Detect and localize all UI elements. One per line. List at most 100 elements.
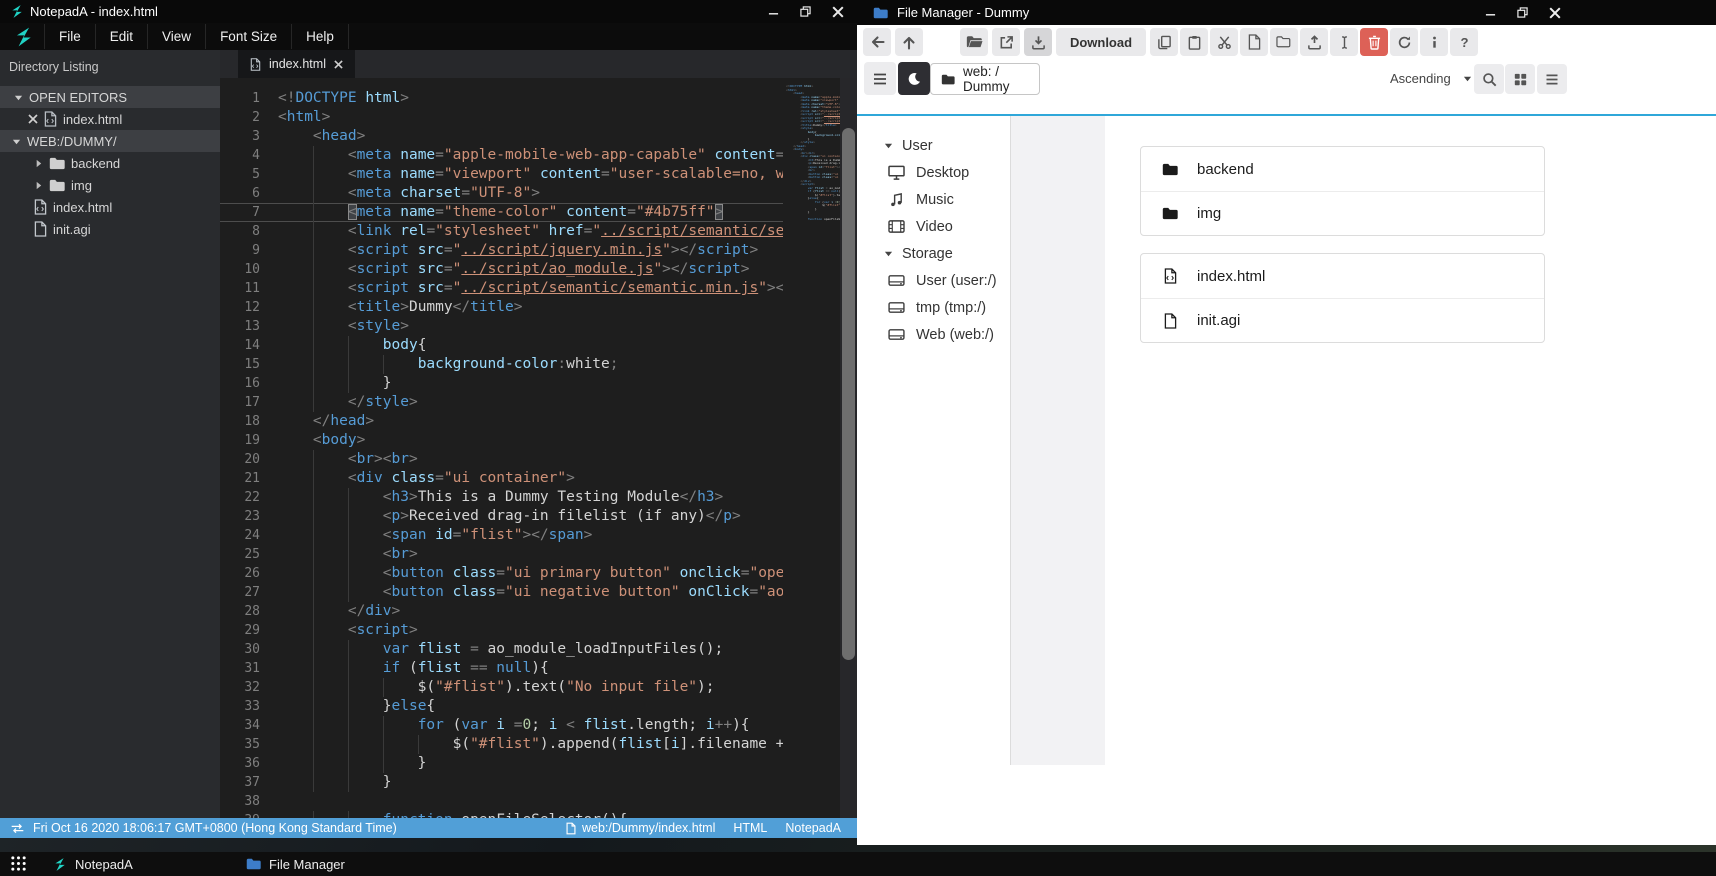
menu-view[interactable]: View: [147, 24, 205, 49]
code-line: 32 $("#flist").text("No input file");: [244, 678, 715, 697]
sidebar-section-user[interactable]: User: [884, 132, 1024, 159]
code-editor[interactable]: 1 <!DOCTYPE html> 2 <html> 3 <head> 4 <meta n…: [220, 78, 783, 818]
code-line: 6 <meta charset="UTF-8">: [252, 184, 540, 203]
taskbar-item-file-manager[interactable]: File Manager: [246, 852, 345, 876]
sidebar-item-video[interactable]: Video: [884, 213, 1024, 240]
file-manager-titlebar[interactable]: File Manager - Dummy: [857, 0, 1716, 25]
file-row-index-html[interactable]: index.html: [1141, 254, 1544, 298]
menu-edit[interactable]: Edit: [94, 24, 147, 49]
code-line: 17 </style>: [244, 393, 418, 412]
sidebar-item-tmp-tmp[interactable]: tmp (tmp:/): [884, 294, 1024, 321]
upload-button[interactable]: [1300, 28, 1328, 56]
grid-view-button[interactable]: [1505, 64, 1535, 94]
file-row-backend[interactable]: backend: [1141, 147, 1544, 191]
tree-open-editor-file[interactable]: index.html: [0, 108, 220, 130]
tree-label: WEB:/DUMMY/: [27, 133, 117, 149]
info-button[interactable]: [1420, 28, 1448, 56]
notepada-titlebar[interactable]: NotepadA - index.html: [0, 0, 857, 23]
drive-icon: [887, 328, 905, 341]
copy-button[interactable]: [1150, 28, 1178, 56]
tab-close-icon[interactable]: [334, 59, 343, 69]
code-line: 36 }: [244, 754, 427, 773]
tree-workspace[interactable]: WEB:/DUMMY/: [0, 130, 220, 152]
tree-label: img: [71, 177, 92, 193]
code-line: 22 <h3>This is a Dummy Testing Module</h…: [244, 488, 724, 507]
new-folder-button[interactable]: [1270, 28, 1298, 56]
paste-icon: [1187, 35, 1202, 50]
download-icon-button[interactable]: [1024, 28, 1052, 56]
new-file-button[interactable]: [1240, 28, 1268, 56]
code-line: 21 <div class="ui container">: [244, 469, 575, 488]
svg-text:?: ?: [1460, 35, 1468, 50]
code-line: 16 }: [244, 374, 392, 393]
taskbar-item-notepada[interactable]: NotepadA: [52, 852, 133, 876]
caret-down-icon: [884, 141, 893, 150]
up-button[interactable]: [895, 28, 923, 56]
close-icon[interactable]: [1549, 6, 1561, 19]
menu-font-size[interactable]: Font Size: [205, 24, 291, 49]
caret-down-icon: [14, 93, 23, 102]
apps-grid-icon[interactable]: [10, 855, 27, 872]
code-line: 14 body{: [244, 336, 427, 355]
sidebar-item-user-user[interactable]: User (user:/): [884, 267, 1024, 294]
code-line: 38: [244, 794, 260, 809]
restore-icon[interactable]: [800, 6, 811, 17]
back-button[interactable]: [863, 28, 891, 56]
rename-icon: [1337, 35, 1352, 50]
open-button[interactable]: [960, 28, 988, 56]
sidebar-item-label: Web (web:/): [916, 326, 994, 343]
close-x-icon: [28, 114, 38, 124]
tab-label: index.html: [269, 57, 326, 71]
notepada-window-title: NotepadA - index.html: [30, 4, 158, 19]
sidebar-section-storage[interactable]: Storage: [884, 240, 1024, 267]
breadcrumb[interactable]: web: / Dummy: [930, 63, 1040, 95]
open-in-new-button[interactable]: [992, 28, 1020, 56]
code-line: 35 $("#flist").append(flist[i].filename …: [244, 735, 783, 754]
cut-button[interactable]: [1210, 28, 1238, 56]
search-icon: [1482, 72, 1497, 87]
tree-item-index-html[interactable]: index.html: [0, 196, 220, 218]
menu-file[interactable]: File: [44, 24, 95, 49]
code-line: 29 <script>: [244, 621, 418, 640]
notepada-logo-icon: [12, 26, 34, 48]
tree-item-img[interactable]: img: [0, 174, 220, 196]
rename-button[interactable]: [1330, 28, 1358, 56]
code-line: 13 <style>: [244, 317, 409, 336]
download-label-button[interactable]: Download: [1056, 28, 1146, 56]
tree-open-editors[interactable]: OPEN EDITORS: [0, 86, 220, 108]
editor-scrollbar[interactable]: [840, 78, 857, 818]
menu-button[interactable]: [864, 62, 896, 95]
scrollbar-thumb[interactable]: [842, 128, 855, 660]
close-icon[interactable]: [832, 5, 844, 18]
sidebar-item-desktop[interactable]: Desktop: [884, 159, 1024, 186]
folder-icon: [49, 179, 65, 192]
menu-help[interactable]: Help: [291, 24, 349, 49]
file-row-img[interactable]: img: [1141, 191, 1544, 235]
help-button[interactable]: ?: [1450, 28, 1478, 56]
file-row-init-agi[interactable]: init.agi: [1141, 298, 1544, 342]
refresh-button[interactable]: [1390, 28, 1418, 56]
paste-button[interactable]: [1180, 28, 1208, 56]
notepada-logo-icon: [52, 857, 67, 872]
delete-button[interactable]: [1360, 28, 1388, 56]
toolbar-group-3: ?: [1390, 28, 1478, 56]
sidebar-item-web-web[interactable]: Web (web:/): [884, 321, 1024, 348]
code-line: 11 <script src="../script/semantic/seman…: [244, 279, 783, 298]
code-line: 15 background-color:white;: [244, 355, 619, 374]
restore-icon[interactable]: [1517, 7, 1528, 18]
minimize-icon[interactable]: [768, 6, 779, 17]
sort-order-dropdown[interactable]: Ascending: [1390, 62, 1472, 95]
code-line: 25 <br>: [244, 545, 418, 564]
dark-mode-toggle[interactable]: [898, 62, 930, 95]
list-view-button[interactable]: [1537, 64, 1567, 94]
tab-index-html[interactable]: index.html: [238, 50, 355, 78]
tree-item-init-agi[interactable]: init.agi: [0, 218, 220, 240]
sidebar-item-label: Desktop: [916, 164, 970, 181]
statusbar-datetime: Fri Oct 16 2020 18:06:17 GMT+0800 (Hong …: [33, 821, 397, 835]
sidebar-item-music[interactable]: Music: [884, 186, 1024, 213]
minimap[interactable]: <!DOCTYPE html> <html> <head> <meta name=…: [783, 78, 840, 818]
search-button[interactable]: [1474, 64, 1504, 94]
tree-item-backend[interactable]: backend: [0, 152, 220, 174]
folder-icon: [1161, 163, 1179, 176]
minimize-icon[interactable]: [1485, 7, 1496, 18]
